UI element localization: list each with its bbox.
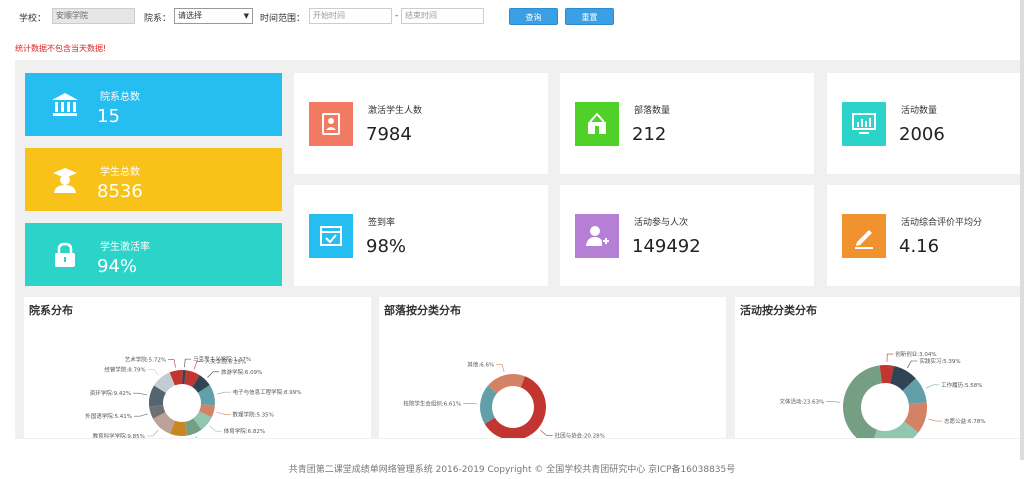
pie-label-line — [195, 436, 197, 438]
student-total-card: 学生总数 8536 — [25, 148, 282, 211]
pie-label: 资环学院:9.42% — [90, 389, 131, 397]
tribe-distribution-chart: 社团与协会:20.28% 校院学生会组织:6.61% 其他:6.6% — [403, 360, 605, 438]
tribe-distribution-title: 部落按分类分布 — [384, 304, 461, 317]
chevron-down-icon: ▼ — [243, 12, 249, 20]
footer-text: 共青团第二课堂成绩单网络管理系统 2016-2019 Copyright © 全… — [288, 465, 736, 475]
activity-distribution-title: 活动按分类分布 — [740, 304, 817, 317]
pie-label: 教育科学学院:9.85% — [93, 432, 145, 438]
activated-students-card: 激活学生人数 7984 — [294, 73, 548, 174]
tribe-icon — [575, 102, 619, 146]
user-add-icon — [575, 214, 619, 258]
checkin-rate-card: 签到率 98% — [294, 185, 548, 286]
pie-label-line — [133, 392, 147, 396]
scrollbar[interactable] — [1020, 0, 1024, 460]
time-range-label: 时间范围： — [260, 14, 306, 24]
pie-label: 其他:6.6% — [467, 360, 494, 368]
activity-count-value: 2006 — [899, 124, 945, 145]
reset-button[interactable]: 重置 — [565, 8, 614, 25]
tribe-distribution-panel: 部落按分类分布 社团与协会:20.28% 校院学生会组织:6.61% 其他:6.6% — [379, 297, 726, 438]
tribe-count-card: 部落数量 212 — [560, 73, 814, 174]
rating-avg-value: 4.16 — [899, 236, 940, 257]
pie-label-line — [184, 358, 192, 368]
pie-label-line — [886, 353, 894, 363]
date-separator: - — [395, 11, 399, 21]
activation-rate-title: 学生激活率 — [100, 242, 150, 253]
pie-label-line — [928, 418, 943, 422]
tribe-count-value: 212 — [632, 124, 667, 145]
pie-label: 志愿公益:6.78% — [944, 417, 985, 425]
rating-avg-title: 活动综合评价平均分 — [901, 218, 983, 228]
pie-label-line — [134, 413, 148, 417]
activated-students-title: 激活学生人数 — [368, 106, 423, 116]
student-total-title: 学生总数 — [100, 167, 140, 178]
bank-icon — [52, 93, 78, 116]
pie-label: 电子与信息工程学院:8.99% — [233, 388, 302, 396]
dept-total-value: 15 — [97, 106, 120, 127]
contact-book-icon — [309, 102, 353, 146]
pie-label-line — [207, 371, 220, 378]
activity-count-card: 活动数量 2006 — [827, 73, 1021, 174]
pie-label: 数理学院:5.35% — [233, 410, 274, 418]
activation-rate-card: 学生激活率 94% — [25, 223, 282, 286]
school-input[interactable]: 安顺学院 — [52, 8, 135, 24]
pie-label: 马克思主义学院:1.37% — [193, 355, 251, 363]
pie-label-line — [907, 360, 918, 369]
student-total-value: 8536 — [97, 181, 143, 202]
pie-label-line — [146, 429, 159, 437]
participation-title: 活动参与人次 — [634, 218, 689, 228]
pie-label-line — [540, 430, 553, 436]
monitor-chart-icon — [842, 102, 886, 146]
pie-label: 经管学院:8.79% — [104, 365, 145, 373]
activity-distribution-chart: 创新创业:3.04%实践实习:5.39% 工作履历:5.58% 志愿公益:6.78%… — [779, 350, 985, 438]
pie-label-line — [209, 425, 222, 432]
pie-label-line — [147, 368, 160, 376]
activation-rate-value: 94% — [97, 256, 138, 277]
query-button[interactable]: 查询 — [509, 8, 558, 25]
school-label: 学校： — [19, 14, 47, 24]
dept-label: 院系： — [144, 14, 172, 24]
edit-icon — [842, 214, 886, 258]
pie-label: 旅游学院:6.09% — [221, 368, 262, 376]
pie-label-line — [496, 364, 505, 373]
dept-select-value: 请选择 — [178, 11, 202, 20]
pie-label-line — [826, 401, 841, 403]
pie-label: 实践实习:5.39% — [919, 357, 960, 365]
dept-select[interactable]: 请选择 ▼ — [174, 8, 253, 24]
calendar-check-icon — [309, 214, 353, 258]
pie-label-line — [168, 359, 176, 368]
rating-avg-card: 活动综合评价平均分 4.16 — [827, 185, 1021, 286]
pie-label: 社团与协会:20.28% — [555, 431, 605, 438]
start-time-input[interactable]: 开始时间 — [309, 8, 392, 24]
dept-total-title: 院系总数 — [100, 92, 140, 103]
end-time-input[interactable]: 结束时间 — [401, 8, 484, 24]
participation-card: 活动参与人次 149492 — [560, 185, 814, 286]
dept-total-card: 院系总数 15 — [25, 73, 282, 136]
pie-label: 艺术学院:5.72% — [125, 356, 166, 364]
activity-count-title: 活动数量 — [901, 106, 938, 116]
filter-bar: 学校： 安顺学院 院系： 请选择 ▼ 时间范围： 开始时间 - 结束时间 查询 … — [0, 0, 1024, 34]
pie-label-line — [925, 384, 940, 389]
participation-value: 149492 — [632, 236, 701, 257]
pie-slice[interactable] — [843, 365, 882, 438]
pie-label: 工作履历:5.58% — [941, 381, 982, 389]
pie-label: 创新创业:3.04% — [895, 350, 936, 358]
pie-label: 文体活动:23.63% — [779, 397, 824, 405]
notice-text: 统计数据不包含当天数据! — [15, 44, 107, 53]
pie-label-line — [216, 412, 231, 415]
activated-students-value: 7984 — [366, 124, 412, 145]
checkin-rate-title: 签到率 — [368, 218, 396, 228]
pie-label: 体育学院:6.82% — [224, 427, 265, 435]
pie-label-line — [216, 391, 231, 395]
dept-distribution-chart: 人文学院:6.25%旅游学院:6.09%电子与信息工程学院:8.99%数理学院:… — [85, 355, 302, 438]
checkin-rate-value: 98% — [366, 236, 407, 257]
dept-distribution-panel: 院系分布 人文学院:6.25% 旅游学院:6.09% 电子与信息工程学院:8.99%… — [24, 297, 371, 438]
pie-label: 校院学生会组织:6.61% — [403, 399, 461, 407]
pie-label: 外国语学院:5.41% — [85, 412, 132, 420]
pie-label-line — [463, 403, 478, 405]
lock-icon — [55, 242, 75, 267]
graduate-icon — [53, 168, 77, 193]
dept-distribution-title: 院系分布 — [29, 304, 73, 317]
activity-distribution-panel: 活动按分类分布 创新创业:3.04% 实践实习:5.39% 工作履历:5.58% 志愿… — [735, 297, 1021, 438]
tribe-count-title: 部落数量 — [634, 106, 671, 116]
